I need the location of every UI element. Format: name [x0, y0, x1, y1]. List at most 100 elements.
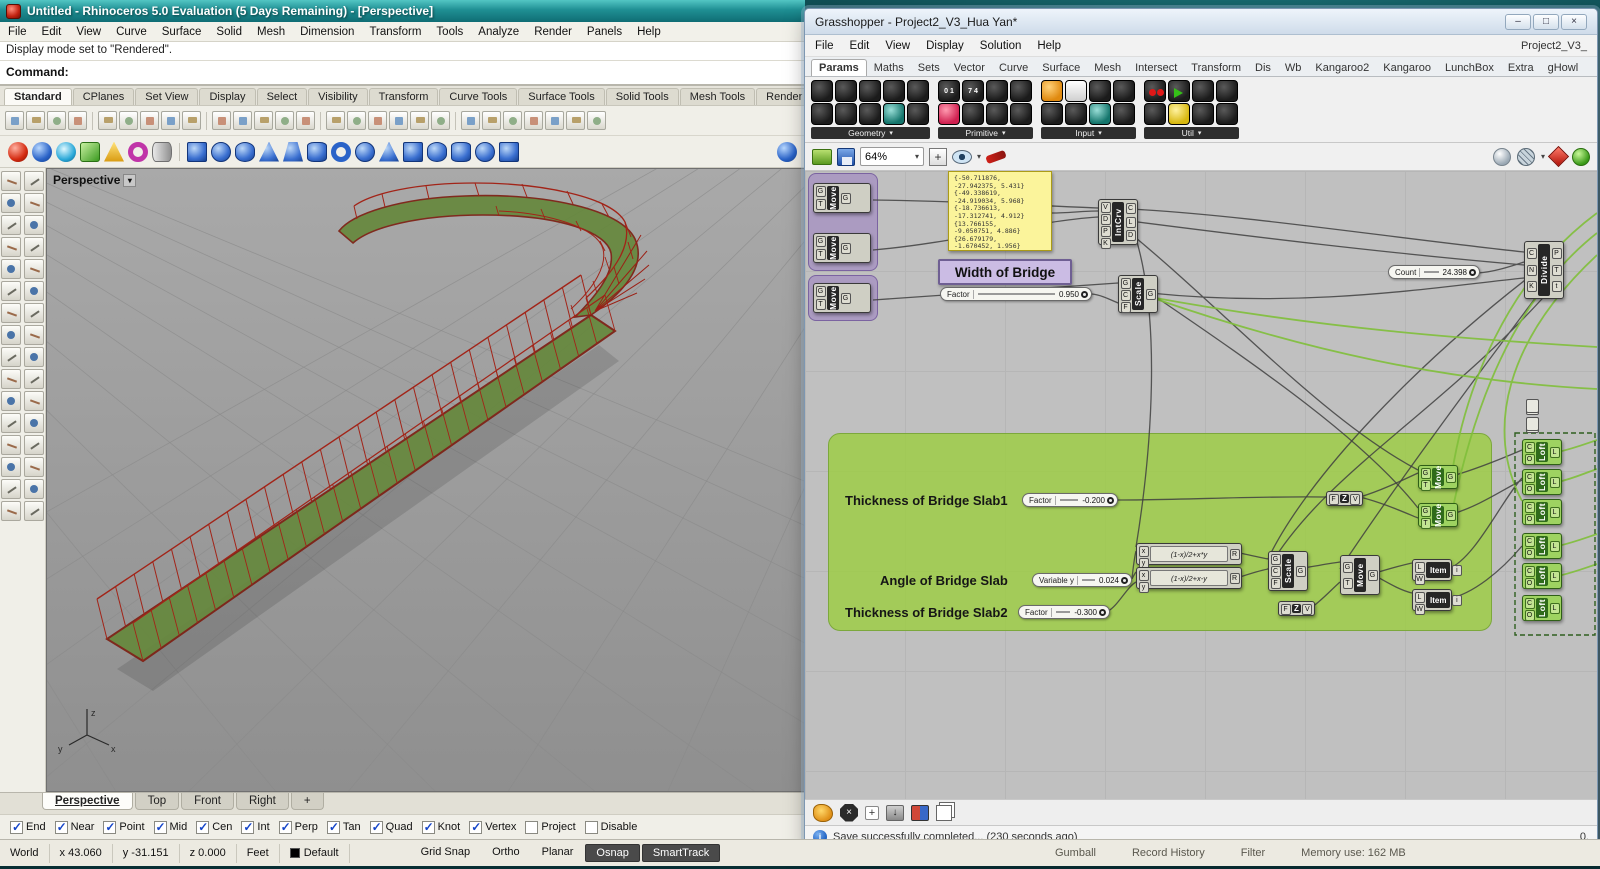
help-icon[interactable] [587, 111, 606, 130]
palette-group-label[interactable]: Geometry [811, 127, 930, 139]
osnap-toggle[interactable]: Disable [584, 820, 637, 834]
circle-icon[interactable] [1, 215, 21, 235]
component-intcrv[interactable]: VDPK IntCrv CLD [1098, 199, 1138, 249]
input-port[interactable]: C [1524, 471, 1535, 483]
mesh-icon[interactable] [859, 103, 881, 125]
input-port[interactable]: G [1420, 505, 1431, 517]
output-port[interactable]: L [1549, 602, 1560, 614]
output-port[interactable]: T [1551, 264, 1562, 276]
join-icon[interactable] [1, 413, 21, 433]
component-item[interactable]: LW Item i [1412, 559, 1462, 585]
sweep-icon[interactable] [1, 325, 21, 345]
input-port[interactable]: T [1420, 517, 1431, 529]
value-list-icon[interactable] [1089, 80, 1111, 102]
component-loft-selected[interactable]: CO Loft L [1522, 563, 1562, 589]
checkbox-checked-icon[interactable] [369, 820, 383, 834]
osnap-toggle[interactable]: End [10, 820, 46, 834]
input-port[interactable]: F [1270, 577, 1281, 589]
cplane-cell[interactable]: World [0, 843, 50, 863]
menu-item[interactable]: File [8, 26, 27, 38]
output-port[interactable]: L [1549, 506, 1560, 518]
save-file-icon[interactable] [837, 147, 855, 166]
checkbox-checked-icon[interactable] [103, 820, 117, 834]
menu-item[interactable]: Mesh [257, 26, 285, 38]
import-icon[interactable] [1113, 103, 1135, 125]
group-bridge-slab[interactable] [828, 433, 1492, 631]
osnap-toggle[interactable]: Project [525, 820, 576, 834]
viewport-title[interactable]: Perspective [53, 173, 137, 187]
slider-grip[interactable] [1099, 608, 1106, 616]
input-port[interactable]: G [1120, 277, 1131, 289]
split-icon[interactable] [24, 391, 44, 411]
properties-icon[interactable] [482, 111, 501, 130]
point-icon[interactable] [811, 80, 833, 102]
rhino-window[interactable]: Untitled - Rhinoceros 5.0 Evaluation (5 … [0, 0, 822, 839]
input-port[interactable]: C [1270, 565, 1281, 577]
export-icon[interactable]: ↓ [886, 804, 904, 821]
zoom-selected-icon[interactable] [275, 111, 294, 130]
checkbox-checked-icon[interactable] [54, 820, 68, 834]
sphere-solid-icon[interactable] [211, 141, 231, 162]
slider-grip[interactable] [1107, 496, 1114, 504]
toolbar-tab[interactable]: Curve Tools [439, 88, 518, 105]
disable-solver-icon[interactable]: × [840, 803, 858, 822]
output-port[interactable]: V [1350, 493, 1361, 505]
rotate-icon[interactable] [368, 111, 387, 130]
pyramid-solid-icon[interactable] [379, 141, 399, 162]
cone-display-icon[interactable] [104, 141, 124, 162]
move-icon[interactable] [347, 111, 366, 130]
move-tool-icon[interactable] [1, 435, 21, 455]
status-pane-toggle[interactable]: Gumball [1055, 847, 1096, 859]
output-port[interactable]: L [1549, 476, 1560, 488]
checkbox-checked-icon[interactable] [196, 820, 210, 834]
cluster-icon[interactable] [911, 804, 929, 821]
input-port[interactable]: F [1120, 301, 1131, 313]
output-port[interactable]: G [1295, 565, 1306, 577]
angle-label[interactable]: Angle of Bridge Slab [880, 573, 1008, 588]
osnap-toggle[interactable]: Int [241, 820, 270, 834]
box-icon[interactable] [883, 103, 905, 125]
fillet-icon[interactable] [1, 369, 21, 389]
rotate-tool-icon[interactable] [1, 457, 21, 477]
component-expression[interactable]: xy (1-x)/2+x-y R [1136, 567, 1242, 593]
input-port[interactable]: D [1100, 213, 1111, 225]
menu-item[interactable]: Analyze [478, 26, 519, 38]
output-port[interactable]: C [1125, 203, 1136, 214]
boolean-union-icon[interactable] [24, 347, 44, 367]
data-recorder-icon[interactable] [1192, 103, 1214, 125]
select-pointer-icon[interactable] [1, 171, 21, 191]
input-port[interactable]: G [1420, 467, 1431, 479]
cone-solid-icon[interactable] [259, 141, 279, 162]
output-port[interactable]: L [1549, 446, 1560, 458]
open-file-icon[interactable] [26, 111, 45, 130]
output-port[interactable]: V [1302, 603, 1313, 615]
ghosted-disc-icon[interactable] [56, 141, 76, 162]
output-port[interactable]: G [1445, 509, 1456, 521]
toolbar-tab[interactable]: Solid Tools [605, 88, 679, 105]
document-selector[interactable]: Project2_V3_ [1521, 40, 1587, 52]
osnap-toggle[interactable]: Mid [153, 820, 187, 834]
width-factor-slider[interactable]: Factor 0.950 [940, 287, 1092, 301]
component-move-selected[interactable]: GT Move G [1418, 503, 1458, 529]
paste-icon[interactable] [140, 111, 159, 130]
component-move[interactable]: GT Move G [813, 283, 871, 313]
polyline-icon[interactable] [1, 193, 21, 213]
output-port[interactable]: R [1229, 572, 1240, 584]
input-port[interactable]: x [1138, 569, 1149, 581]
checkbox-checked-icon[interactable] [153, 820, 167, 834]
input-port[interactable]: N [1526, 264, 1537, 276]
input-port[interactable]: C [1524, 441, 1535, 453]
torus-display-icon[interactable] [128, 141, 148, 162]
menu-item[interactable]: Solid [216, 26, 242, 38]
output-port[interactable]: R [1229, 548, 1240, 560]
osnap-toggle[interactable]: Near [54, 820, 94, 834]
input-port[interactable]: C [1524, 501, 1535, 513]
menu-item[interactable]: File [815, 40, 834, 52]
cylinder-display-icon[interactable] [152, 141, 172, 162]
input-port[interactable]: G [815, 286, 826, 298]
jump-icon[interactable] [1168, 80, 1190, 102]
data-stack-icon[interactable] [1526, 399, 1539, 413]
revolve-solid-icon[interactable] [475, 141, 495, 162]
sphere-tool-icon[interactable] [777, 141, 797, 162]
component-tab[interactable]: gHowl [1541, 60, 1586, 76]
